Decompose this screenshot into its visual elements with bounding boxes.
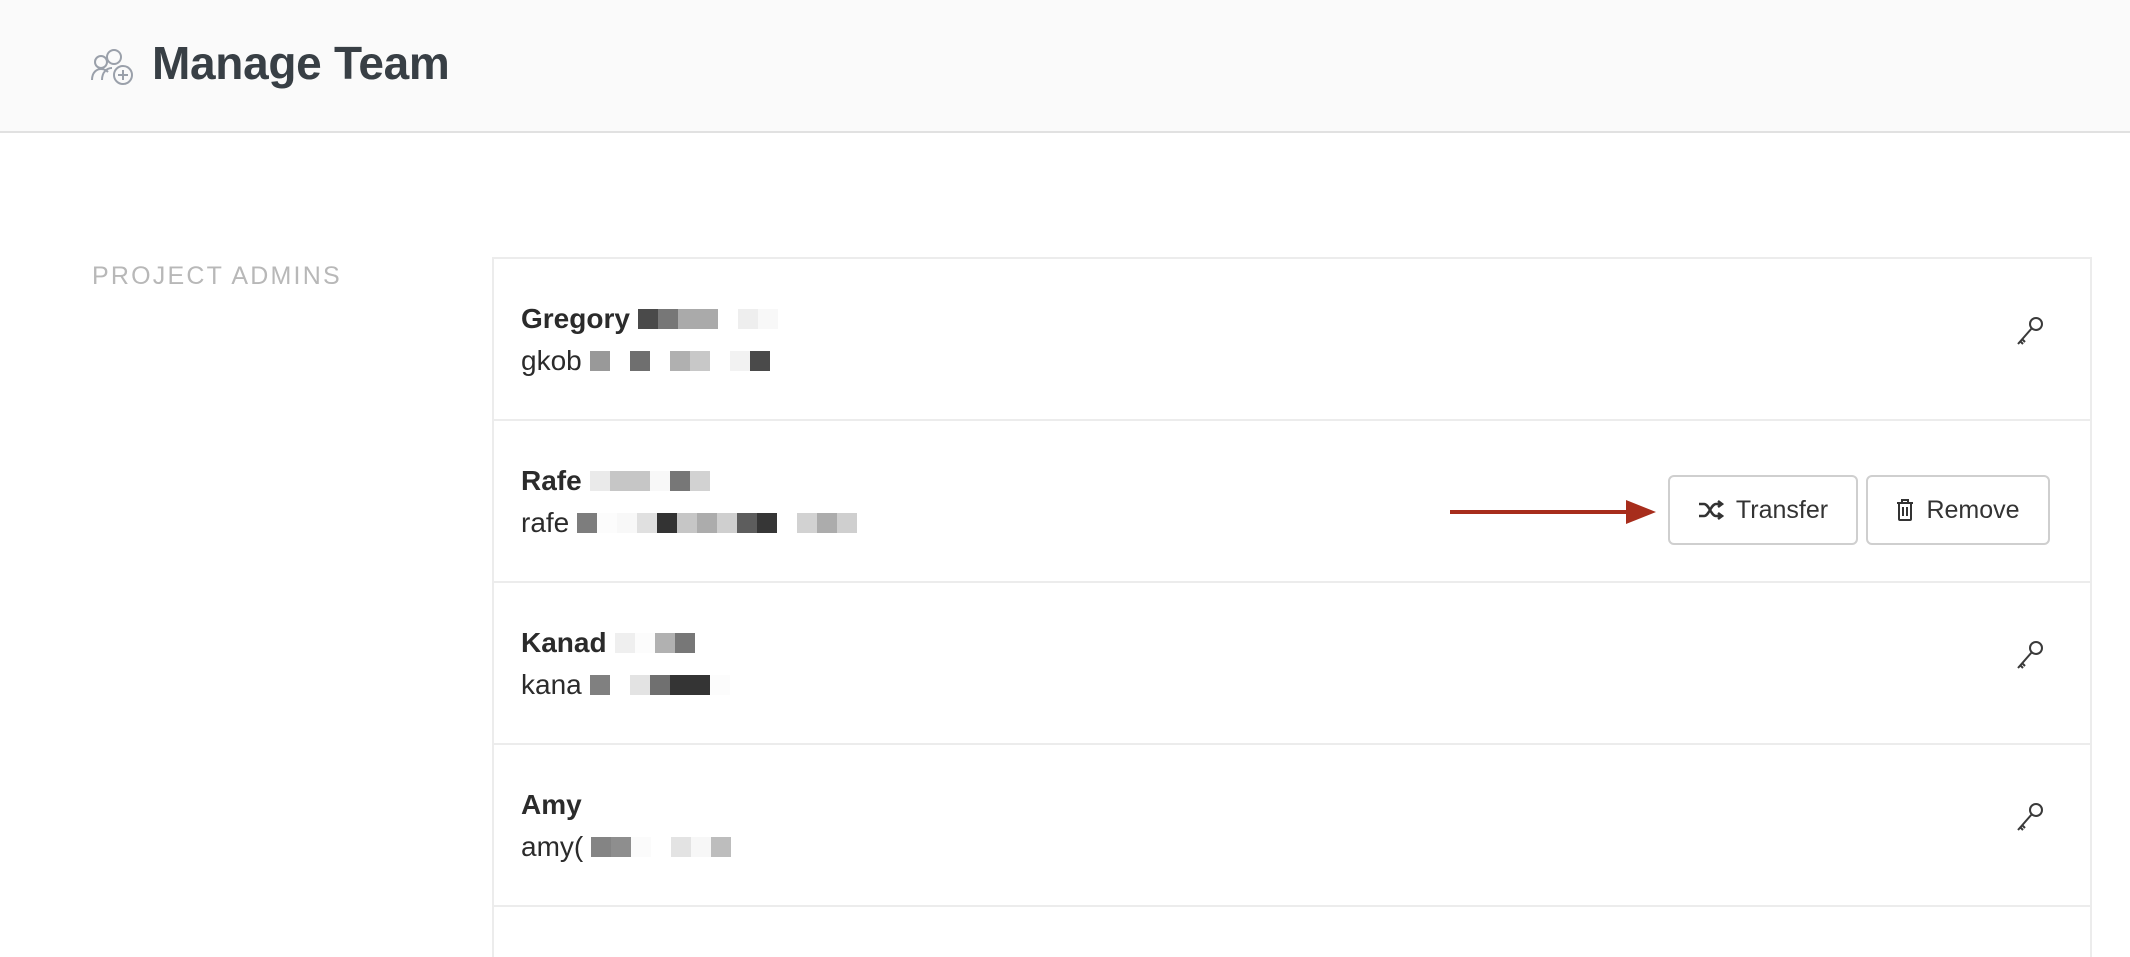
redacted-pixel bbox=[649, 675, 670, 695]
team-add-icon bbox=[91, 49, 133, 85]
redacted-pixel bbox=[669, 351, 690, 371]
redacted-pixel bbox=[737, 513, 758, 533]
key-icon[interactable] bbox=[2012, 638, 2048, 674]
redacted-pixel bbox=[817, 513, 838, 533]
redacted-pixel bbox=[589, 351, 610, 371]
redacted-pixel bbox=[589, 675, 610, 695]
admin-list: Gregory gkob Rafe rafe Transfer Remove K… bbox=[492, 257, 2092, 957]
key-icon[interactable] bbox=[2012, 800, 2048, 836]
redacted-pixel bbox=[691, 837, 712, 857]
redacted-pixel bbox=[697, 309, 718, 329]
redacted-pixel bbox=[651, 837, 672, 857]
redacted-pixel bbox=[749, 351, 770, 371]
redacted-pixel bbox=[614, 633, 635, 653]
redacted-pixel bbox=[631, 837, 652, 857]
page-header: Manage Team bbox=[0, 0, 2130, 133]
member-email: kana bbox=[521, 669, 730, 701]
redacted-pixel bbox=[629, 471, 650, 491]
redacted-pixel bbox=[757, 513, 778, 533]
redacted-pixel bbox=[649, 471, 670, 491]
redacted-pixel bbox=[757, 309, 778, 329]
redacted-pixel bbox=[654, 633, 675, 653]
redacted-pixel bbox=[729, 351, 750, 371]
redacted-pixel bbox=[717, 309, 738, 329]
redacted-pixel bbox=[689, 471, 710, 491]
redacted-block bbox=[591, 837, 732, 857]
section-label: PROJECT ADMINS bbox=[92, 262, 342, 290]
transfer-button[interactable]: Transfer bbox=[1668, 475, 1858, 545]
redacted-pixel bbox=[669, 471, 690, 491]
redacted-pixel bbox=[709, 351, 730, 371]
shuffle-icon bbox=[1698, 500, 1724, 520]
redacted-pixel bbox=[657, 309, 678, 329]
redacted-pixel bbox=[637, 309, 658, 329]
redacted-block bbox=[577, 513, 858, 533]
redacted-pixel bbox=[629, 675, 650, 695]
member-name: Amy bbox=[521, 789, 582, 820]
key-icon[interactable] bbox=[2012, 314, 2048, 350]
redacted-pixel bbox=[637, 513, 658, 533]
redacted-pixel bbox=[837, 513, 858, 533]
list-item: Amy amy( bbox=[494, 745, 2090, 907]
redacted-pixel bbox=[709, 675, 730, 695]
redacted-pixel bbox=[677, 513, 698, 533]
remove-button[interactable]: Remove bbox=[1866, 475, 2050, 545]
redacted-pixel bbox=[611, 837, 632, 857]
redacted-pixel bbox=[777, 513, 798, 533]
redacted-pixel bbox=[597, 513, 618, 533]
redacted-pixel bbox=[609, 471, 630, 491]
redacted-pixel bbox=[737, 309, 758, 329]
redacted-pixel bbox=[634, 633, 655, 653]
redacted-pixel bbox=[657, 513, 678, 533]
list-item: Kanad kana bbox=[494, 583, 2090, 745]
redacted-pixel bbox=[609, 351, 630, 371]
redacted-pixel bbox=[677, 309, 698, 329]
list-item: Gregory gkob bbox=[494, 259, 2090, 421]
redacted-pixel bbox=[617, 513, 638, 533]
redacted-pixel bbox=[689, 675, 710, 695]
page-title: Manage Team bbox=[152, 37, 450, 89]
redacted-pixel bbox=[609, 675, 630, 695]
remove-label: Remove bbox=[1926, 495, 2020, 524]
member-name: Gregory bbox=[521, 303, 778, 335]
redacted-pixel bbox=[671, 837, 692, 857]
redacted-pixel bbox=[649, 351, 670, 371]
redacted-pixel bbox=[629, 351, 650, 371]
list-item: Rafe rafe Transfer Remove bbox=[494, 421, 2090, 583]
redacted-pixel bbox=[797, 513, 818, 533]
redacted-pixel bbox=[577, 513, 598, 533]
redacted-block bbox=[637, 309, 778, 329]
redacted-pixel bbox=[689, 351, 710, 371]
redacted-pixel bbox=[697, 513, 718, 533]
redacted-block bbox=[589, 675, 730, 695]
annotation-arrow bbox=[1450, 500, 1656, 524]
transfer-label: Transfer bbox=[1735, 495, 1829, 524]
trash-icon bbox=[1897, 499, 1914, 521]
redacted-block bbox=[589, 351, 770, 371]
redacted-pixel bbox=[591, 837, 612, 857]
redacted-pixel bbox=[674, 633, 695, 653]
member-name: Kanad bbox=[521, 627, 695, 659]
member-email: rafe bbox=[521, 507, 858, 539]
redacted-pixel bbox=[589, 471, 610, 491]
redacted-block bbox=[614, 633, 695, 653]
member-name: Rafe bbox=[521, 465, 710, 497]
redacted-pixel bbox=[717, 513, 738, 533]
redacted-block bbox=[589, 471, 710, 491]
redacted-pixel bbox=[669, 675, 690, 695]
redacted-pixel bbox=[711, 837, 732, 857]
member-email: gkob bbox=[521, 345, 770, 377]
member-email: amy( bbox=[521, 831, 732, 863]
